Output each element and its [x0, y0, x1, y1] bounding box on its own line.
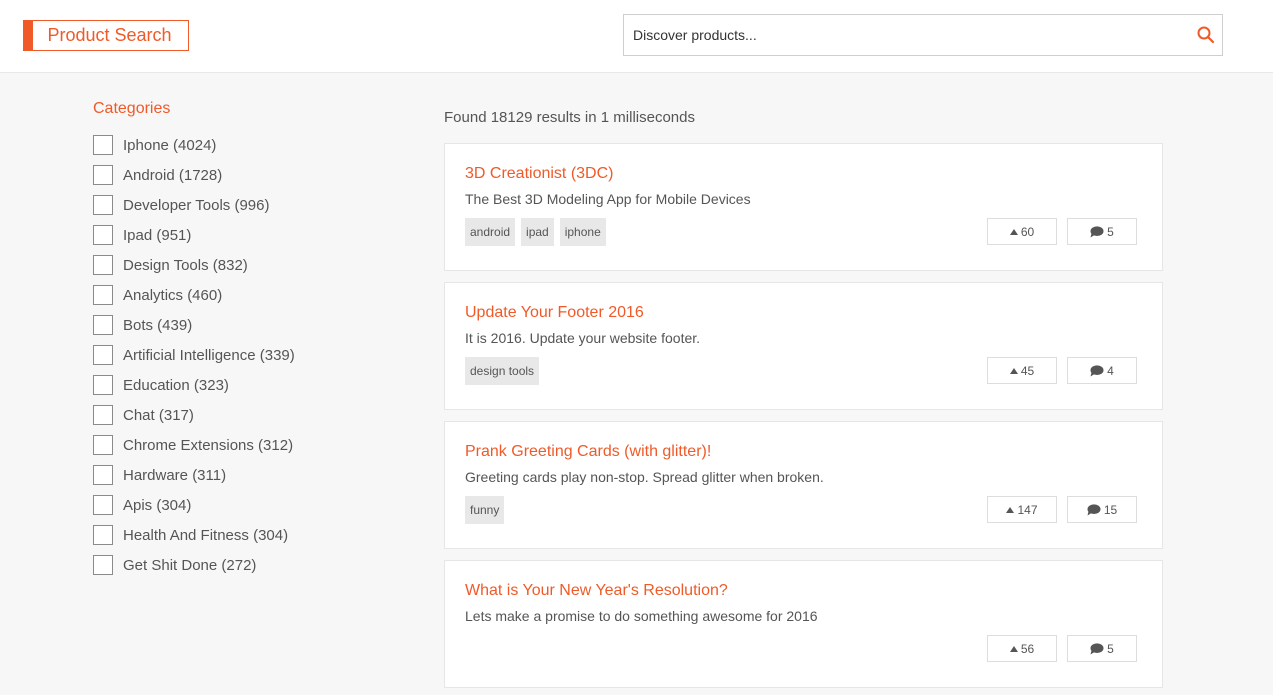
category-item[interactable]: Developer Tools (996): [93, 190, 393, 220]
comment-count: 15: [1103, 502, 1118, 517]
category-item[interactable]: Artificial Intelligence (339): [93, 340, 393, 370]
top-header: Product Search: [0, 0, 1273, 73]
category-item[interactable]: Ipad (951): [93, 220, 393, 250]
triangle-up-icon: [1009, 228, 1018, 235]
category-label: Iphone (4024): [123, 136, 217, 154]
category-item[interactable]: Analytics (460): [93, 280, 393, 310]
category-checkbox[interactable]: [93, 375, 113, 395]
product-description: The Best 3D Modeling App for Mobile Devi…: [465, 191, 751, 207]
category-checkbox[interactable]: [93, 165, 113, 185]
category-label: Artificial Intelligence (339): [123, 346, 295, 364]
triangle-up-icon: [1009, 367, 1018, 374]
product-title-link[interactable]: 3D Creationist (3DC): [465, 165, 613, 183]
category-checkbox[interactable]: [93, 495, 113, 515]
category-item[interactable]: Education (323): [93, 370, 393, 400]
category-label: Get Shit Done (272): [123, 556, 257, 574]
category-checkbox[interactable]: [93, 285, 113, 305]
category-item[interactable]: Android (1728): [93, 160, 393, 190]
category-checkbox[interactable]: [93, 555, 113, 575]
category-label: Analytics (460): [123, 286, 223, 304]
category-checkbox[interactable]: [93, 345, 113, 365]
upvote-button[interactable]: 60: [987, 218, 1057, 245]
comments-button[interactable]: 15: [1067, 496, 1137, 523]
comment-count: 4: [1107, 363, 1114, 378]
category-item[interactable]: Get Shit Done (272): [93, 550, 393, 580]
product-title-link[interactable]: Update Your Footer 2016: [465, 304, 644, 322]
category-checkbox[interactable]: [93, 435, 113, 455]
category-item[interactable]: Apis (304): [93, 490, 393, 520]
category-checkbox[interactable]: [93, 255, 113, 275]
category-item[interactable]: Health And Fitness (304): [93, 520, 393, 550]
tag-chip[interactable]: android: [465, 218, 516, 246]
product-title-link[interactable]: What is Your New Year's Resolution?: [465, 582, 728, 600]
comments-button[interactable]: 5: [1067, 635, 1137, 662]
category-checkbox[interactable]: [93, 525, 113, 545]
tag-chip[interactable]: funny: [465, 496, 505, 524]
triangle-up-icon: [1006, 506, 1015, 513]
product-card: What is Your New Year's Resolution? Lets …: [444, 560, 1163, 688]
category-label: Education (323): [123, 376, 229, 394]
category-sidebar: Categories Iphone (4024) Android (1728) De…: [93, 98, 393, 580]
comment-icon: [1090, 225, 1104, 237]
category-item[interactable]: Iphone (4024): [93, 130, 393, 160]
categories-heading: Categories: [93, 100, 171, 117]
upvote-button[interactable]: 45: [987, 357, 1057, 384]
tag-list: design tools: [465, 357, 540, 385]
comments-button[interactable]: 5: [1067, 218, 1137, 245]
upvote-button[interactable]: 56: [987, 635, 1057, 662]
category-checkbox[interactable]: [93, 195, 113, 215]
category-item[interactable]: Design Tools (832): [93, 250, 393, 280]
category-item[interactable]: Chat (317): [93, 400, 393, 430]
category-label: Chat (317): [123, 406, 194, 424]
category-item[interactable]: Bots (439): [93, 310, 393, 340]
search-input[interactable]: [624, 15, 1184, 55]
category-checkbox[interactable]: [93, 135, 113, 155]
product-card: 3D Creationist (3DC) The Best 3D Modeling…: [444, 143, 1163, 271]
upvote-count: 56: [1020, 641, 1035, 656]
comment-icon: [1087, 503, 1101, 515]
category-item[interactable]: Hardware (311): [93, 460, 393, 490]
category-item[interactable]: Chrome Extensions (312): [93, 430, 393, 460]
product-card: Prank Greeting Cards (with glitter)! Gree…: [444, 421, 1163, 549]
tag-list: funny: [465, 496, 505, 524]
product-card: Update Your Footer 2016 It is 2016. Updat…: [444, 282, 1163, 410]
category-label: Apis (304): [123, 496, 192, 514]
tag-chip[interactable]: design tools: [465, 357, 540, 385]
triangle-up-icon: [1009, 645, 1018, 652]
category-checkbox[interactable]: [93, 405, 113, 425]
tag-chip[interactable]: ipad: [521, 218, 554, 246]
comment-icon: [1090, 642, 1104, 654]
category-label: Hardware (311): [123, 466, 227, 484]
category-checkbox[interactable]: [93, 465, 113, 485]
logo[interactable]: Product Search: [23, 20, 189, 51]
category-list: Iphone (4024) Android (1728) Developer Too…: [93, 130, 393, 580]
comment-icon: [1090, 364, 1104, 376]
category-label: Android (1728): [123, 166, 223, 184]
category-label: Design Tools (832): [123, 256, 248, 274]
category-checkbox[interactable]: [93, 225, 113, 245]
upvote-button[interactable]: 147: [987, 496, 1057, 523]
upvote-count: 147: [1017, 502, 1038, 517]
category-label: Health And Fitness (304): [123, 526, 289, 544]
tag-chip[interactable]: iphone: [559, 218, 606, 246]
comments-button[interactable]: 4: [1067, 357, 1137, 384]
search-box: [623, 14, 1223, 56]
category-label: Ipad (951): [123, 226, 192, 244]
product-description: Greeting cards play non-stop. Spread gli…: [465, 469, 824, 485]
product-title-link[interactable]: Prank Greeting Cards (with glitter)!: [465, 443, 711, 461]
category-label: Bots (439): [123, 316, 193, 334]
comment-count: 5: [1107, 641, 1114, 656]
upvote-count: 45: [1020, 363, 1035, 378]
product-description: It is 2016. Update your website footer.: [465, 330, 701, 346]
category-checkbox[interactable]: [93, 315, 113, 335]
comment-count: 5: [1107, 224, 1114, 239]
category-label: Chrome Extensions (312): [123, 436, 294, 454]
upvote-count: 60: [1020, 224, 1035, 239]
product-description: Lets make a promise to do something awes…: [465, 608, 818, 624]
results-summary: Found 18129 results in 1 milliseconds: [444, 109, 695, 126]
tag-list: android ipad iphone: [465, 218, 606, 246]
category-label: Developer Tools (996): [123, 196, 270, 214]
search-icon[interactable]: [1196, 25, 1216, 45]
